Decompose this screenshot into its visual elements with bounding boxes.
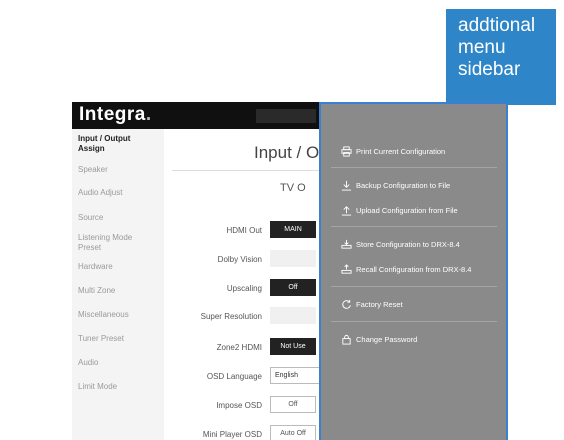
download-icon — [341, 180, 352, 191]
menu-divider — [331, 286, 497, 287]
change-password-item[interactable]: Change Password — [341, 332, 501, 348]
topbar-field — [256, 109, 316, 123]
printer-icon — [341, 146, 352, 157]
sidebar-item-speaker[interactable]: Speaker — [78, 165, 162, 175]
sidebar-item-listening-mode-preset[interactable]: Listening Mode Preset — [78, 233, 162, 253]
sidebar-item-limit-mode[interactable]: Limit Mode — [78, 382, 162, 392]
upload-icon — [341, 206, 352, 216]
super-resolution-control[interactable] — [270, 307, 316, 324]
menu-item-label: Print Current Configuration — [356, 147, 446, 156]
store-to-device-icon — [341, 239, 352, 249]
super-resolution-label: Super Resolution — [200, 312, 262, 321]
title-divider — [172, 170, 322, 171]
callout-line-3: sidebar — [458, 59, 521, 80]
store-configuration-item[interactable]: Store Configuration to DRX-8.4 — [341, 237, 501, 253]
annotation-callout: addtional menu sidebar — [446, 9, 556, 105]
sidebar-item-input-output-assign[interactable]: Input / Output Assign — [78, 134, 162, 154]
menu-item-label: Recall Configuration from DRX-8.4 — [356, 265, 472, 274]
menu-item-label: Change Password — [356, 335, 418, 344]
menu-item-label: Upload Configuration from File — [356, 206, 458, 215]
sidebar-item-audio[interactable]: Audio — [78, 358, 162, 368]
additional-menu-sidebar: Print Current Configuration Backup Confi… — [319, 102, 508, 440]
recall-configuration-item[interactable]: Recall Configuration from DRX-8.4 — [341, 262, 501, 278]
mini-player-osd-label: Mini Player OSD — [202, 430, 262, 439]
callout-line-1: addtional — [458, 15, 536, 36]
print-current-configuration-item[interactable]: Print Current Configuration — [341, 144, 501, 160]
settings-sidebar: Input / Output Assign Speaker Audio Adju… — [72, 129, 164, 440]
sidebar-item-source[interactable]: Source — [78, 213, 162, 223]
upscaling-button[interactable]: Off — [270, 279, 316, 296]
menu-divider — [331, 321, 497, 322]
factory-reset-item[interactable]: Factory Reset — [341, 297, 501, 313]
callout-line-2: menu — [458, 37, 506, 58]
sidebar-item-audio-adjust[interactable]: Audio Adjust — [78, 188, 162, 198]
sidebar-item-multi-zone[interactable]: Multi Zone — [78, 286, 162, 296]
osd-language-label: OSD Language — [206, 372, 262, 381]
impose-osd-button[interactable]: Off — [270, 396, 316, 413]
dolby-vision-label: Dolby Vision — [217, 255, 262, 264]
page-title: Input / O — [254, 143, 320, 162]
upload-configuration-item[interactable]: Upload Configuration from File — [341, 203, 501, 219]
osd-language-select[interactable]: English — [270, 367, 320, 384]
integra-logo: Integra. — [79, 104, 152, 125]
dolby-vision-control[interactable] — [270, 250, 316, 267]
sidebar-item-miscellaneous[interactable]: Miscellaneous — [78, 310, 162, 320]
mini-player-osd-button[interactable]: Auto Off — [270, 425, 316, 440]
recall-from-device-icon — [341, 264, 352, 274]
menu-item-label: Backup Configuration to File — [356, 181, 451, 190]
menu-divider — [331, 226, 497, 227]
sidebar-item-hardware[interactable]: Hardware — [78, 262, 162, 272]
menu-item-label: Store Configuration to DRX-8.4 — [356, 240, 460, 249]
backup-configuration-item[interactable]: Backup Configuration to File — [341, 178, 501, 194]
section-title: TV O — [280, 182, 306, 194]
hdmi-out-label: HDMI Out — [226, 226, 262, 235]
upscaling-label: Upscaling — [226, 284, 262, 293]
menu-divider — [331, 167, 497, 168]
zone2-hdmi-button[interactable]: Not Use — [270, 338, 316, 355]
lock-icon — [342, 334, 351, 345]
impose-osd-label: Impose OSD — [216, 401, 262, 410]
menu-item-label: Factory Reset — [356, 300, 403, 309]
reset-icon — [342, 299, 351, 309]
zone2-hdmi-label: Zone2 HDMI — [216, 343, 262, 352]
sidebar-item-tuner-preset[interactable]: Tuner Preset — [78, 334, 162, 344]
hdmi-out-button[interactable]: MAIN — [270, 221, 316, 238]
